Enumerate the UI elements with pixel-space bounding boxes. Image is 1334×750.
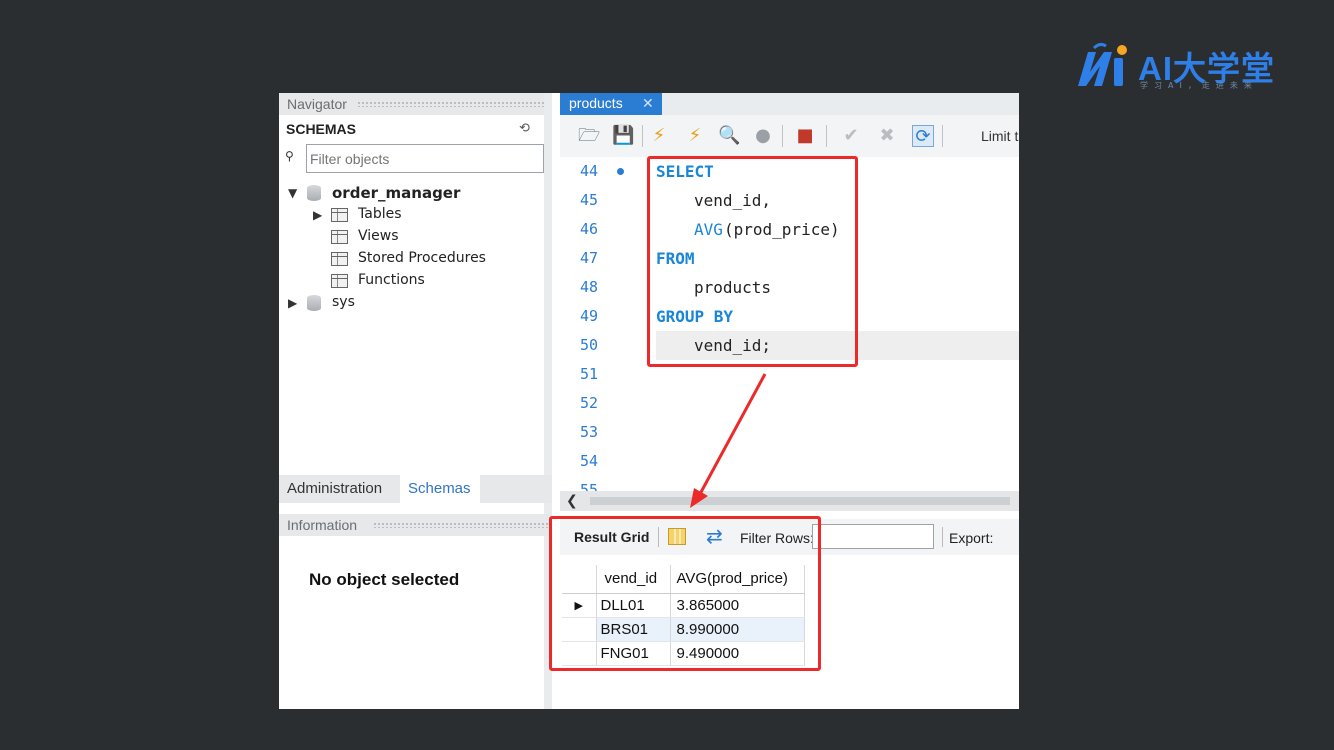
- tree-item-label: Views: [358, 228, 399, 244]
- commit-icon[interactable]: ✔: [840, 125, 862, 147]
- toolbar-separator: [826, 125, 827, 147]
- line-number: 45: [580, 191, 599, 209]
- navigator-tabs: Administration Schemas: [279, 475, 552, 503]
- line-number: 55: [580, 481, 599, 491]
- execute-icon[interactable]: ⚡: [648, 125, 670, 147]
- tree-item-label: Tables: [358, 206, 402, 222]
- line-number: 50: [580, 336, 599, 354]
- logo-tagline: 学习AI，走进未来: [1140, 81, 1258, 90]
- information-title: Information: [287, 517, 358, 533]
- line-number: 54: [580, 452, 599, 470]
- database-icon: [307, 185, 321, 201]
- statement-marker-icon: [617, 168, 624, 175]
- horizontal-scrollbar[interactable]: ❮: [560, 491, 1019, 511]
- scroll-left-icon[interactable]: ❮: [566, 491, 578, 511]
- tab-schemas[interactable]: Schemas: [400, 475, 480, 503]
- schema-tree: ▼ order_manager ▶ Tables Views Stored Pr…: [279, 183, 544, 315]
- tab-products[interactable]: products ✕: [560, 93, 662, 115]
- stop-icon[interactable]: ●: [752, 125, 774, 147]
- line-number: 51: [580, 365, 599, 383]
- toolbar-separator: [942, 527, 943, 547]
- brand-logo: AI大学堂 学习AI，走进未来: [1074, 42, 1304, 97]
- line-number: 52: [580, 394, 599, 412]
- execute-current-icon[interactable]: ⚡: [684, 125, 706, 147]
- tree-item-label: Functions: [358, 272, 425, 288]
- search-icon: ⚲: [285, 149, 294, 163]
- procedures-icon: [331, 252, 348, 266]
- line-number: 44: [580, 162, 599, 180]
- export-button[interactable]: Export:: [949, 530, 993, 546]
- navigator-title: Navigator: [287, 96, 347, 112]
- editor-toolbar: 🗁 💾 ⚡ ⚡ 🔍 ● ■ ✔ ✖ ⟳ Limit t: [560, 115, 1019, 157]
- code-line: 54: [560, 447, 1019, 476]
- close-icon[interactable]: ✕: [642, 93, 654, 113]
- tab-administration[interactable]: Administration: [279, 475, 390, 503]
- navigator-panel: Navigator SCHEMAS ⟲ ⚲ ▼ order_manager ▶ …: [279, 93, 552, 709]
- code-highlight-box: [647, 156, 858, 367]
- collapsed-arrow-icon[interactable]: ▶: [288, 296, 297, 310]
- views-icon: [331, 230, 348, 244]
- code-line: 53: [560, 418, 1019, 447]
- code-line: 55: [560, 476, 1019, 491]
- line-number: 53: [580, 423, 599, 441]
- no-object-message: No object selected: [309, 570, 460, 589]
- information-header: Information: [279, 514, 552, 536]
- database-icon: [307, 295, 321, 311]
- scrollbar-thumb[interactable]: [590, 497, 1010, 505]
- line-number: 46: [580, 220, 599, 238]
- line-number: 47: [580, 249, 599, 267]
- logo-mark-icon: [1078, 42, 1127, 86]
- editor-tabbar: products ✕: [560, 93, 1019, 115]
- expanded-arrow-icon[interactable]: ▼: [288, 186, 297, 200]
- rollback-icon[interactable]: ✖: [876, 125, 898, 147]
- tree-item-label: Stored Procedures: [358, 250, 486, 266]
- line-number: 48: [580, 278, 599, 296]
- tree-item-label: order_manager: [332, 184, 461, 202]
- filter-row: ⚲: [279, 141, 544, 175]
- tree-item-sys[interactable]: ▶ sys: [279, 293, 544, 315]
- toolbar-separator: [942, 125, 943, 147]
- autocommit-icon[interactable]: ⟳: [912, 125, 934, 147]
- toolbar-separator: [642, 125, 643, 147]
- header-grip[interactable]: [373, 522, 552, 528]
- filter-objects-input[interactable]: [306, 144, 544, 173]
- tab-label: products: [569, 95, 623, 111]
- tree-item-label: sys: [332, 294, 355, 310]
- filter-rows-input[interactable]: [812, 524, 934, 549]
- schemas-label: SCHEMAS: [286, 121, 357, 137]
- code-line: 52: [560, 389, 1019, 418]
- refresh-icon[interactable]: ⟲: [519, 121, 530, 136]
- collapsed-arrow-icon[interactable]: ▶: [313, 208, 322, 222]
- header-grip[interactable]: [357, 101, 544, 107]
- toggle-error-icon[interactable]: ■: [794, 125, 816, 147]
- tree-item-order-manager[interactable]: ▼ order_manager: [279, 183, 544, 205]
- open-folder-icon[interactable]: 🗁: [578, 125, 600, 147]
- tree-item-functions[interactable]: Functions: [279, 271, 544, 293]
- save-icon[interactable]: 💾: [612, 125, 634, 147]
- toolbar-separator: [782, 125, 783, 147]
- tables-icon: [331, 208, 348, 222]
- tree-item-views[interactable]: Views: [279, 227, 544, 249]
- limit-rows-label[interactable]: Limit t: [981, 128, 1018, 144]
- tree-item-tables[interactable]: ▶ Tables: [279, 205, 544, 227]
- line-number: 49: [580, 307, 599, 325]
- result-highlight-box: [549, 516, 821, 671]
- explain-icon[interactable]: 🔍: [718, 125, 740, 147]
- schemas-header: SCHEMAS ⟲: [279, 115, 544, 141]
- navigator-header: Navigator: [279, 93, 544, 115]
- tree-item-stored-procedures[interactable]: Stored Procedures: [279, 249, 544, 271]
- functions-icon: [331, 274, 348, 288]
